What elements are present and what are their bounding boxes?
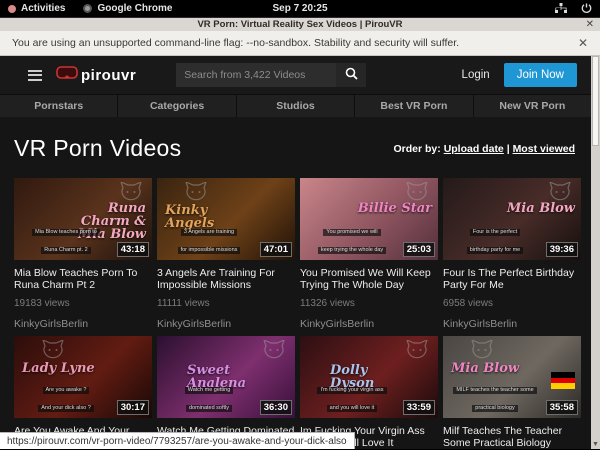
video-thumbnail[interactable]: Billie Star You promised we will keep tr… — [300, 178, 438, 260]
thumbnail-overlay-title: Mia Blow — [507, 202, 575, 215]
login-link[interactable]: Login — [462, 69, 490, 81]
browser-status-bar: https://pirouvr.com/vr-porn-video/779325… — [0, 432, 355, 449]
video-title[interactable]: You Promised We Will Keep Trying The Who… — [300, 267, 438, 291]
infobar-message: You are using an unsupported command-lin… — [12, 37, 459, 49]
menu-item-categories[interactable]: Categories — [118, 95, 236, 117]
duration-badge: 35:58 — [546, 400, 578, 415]
scrollbar-thumb[interactable] — [592, 56, 599, 146]
video-grid: Runa Charm & Mia Blow Mia Blow teaches p… — [0, 174, 591, 449]
thumbnail-caption: Mia Blow teaches porn to Runa Charm pt. … — [14, 220, 118, 256]
thumbnail-caption: Are you awake ? And your dick also ? — [14, 378, 118, 414]
order-upload-date-link[interactable]: Upload date — [444, 143, 504, 155]
duration-badge: 39:36 — [546, 242, 578, 257]
site-navbar: pirouvr Login Join Now — [0, 56, 591, 94]
order-by: Order by: Upload date | Most viewed — [394, 143, 576, 155]
main-menu: Pornstars Categories Studios Best VR Por… — [0, 94, 591, 117]
video-title[interactable]: Milf Teaches The Teacher Some Practical … — [443, 425, 581, 449]
video-studio-link[interactable]: KinkyGirlsBerlin — [300, 318, 438, 330]
thumbnail-caption: Four is the perfect birthday party for m… — [443, 220, 547, 256]
chrome-app-icon — [83, 4, 92, 13]
activities-button[interactable]: Activities — [8, 3, 65, 14]
thumbnail-caption: 3 Angels are training for impossible mis… — [157, 220, 261, 256]
video-card[interactable]: Mia Blow Four is the perfect birthday pa… — [443, 178, 581, 330]
search-icon — [345, 67, 358, 83]
menu-item-best-vr[interactable]: Best VR Porn — [355, 95, 473, 117]
thumbnail-caption: I'm fucking your virgin ass and you will… — [300, 378, 404, 414]
order-most-viewed-link[interactable]: Most viewed — [513, 143, 575, 155]
tab-title[interactable]: VR Porn: Virtual Reality Sex Videos | Pi… — [0, 19, 600, 30]
duration-badge: 33:59 — [403, 400, 435, 415]
duration-badge: 30:17 — [117, 400, 149, 415]
activities-label: Activities — [21, 3, 65, 14]
scrollbar-down-arrow-icon[interactable]: ▼ — [591, 441, 600, 448]
video-thumbnail[interactable]: Lady Lyne Are you awake ? And your dick … — [14, 336, 152, 418]
video-views: 19183 views — [14, 298, 152, 309]
search-input[interactable] — [176, 63, 336, 87]
duration-badge: 25:03 — [403, 242, 435, 257]
order-by-label: Order by: — [394, 143, 441, 155]
video-thumbnail[interactable]: Kinky Angels 3 Angels are training for i… — [157, 178, 295, 260]
page-scrollbar[interactable]: ▼ — [591, 56, 600, 449]
cat-mask-logo-icon — [263, 340, 285, 365]
app-menu-button[interactable]: Google Chrome — [83, 3, 172, 14]
duration-badge: 47:01 — [260, 242, 292, 257]
search-bar — [176, 63, 366, 87]
video-thumbnail[interactable]: Mia Blow MILF teaches the teacher some p… — [443, 336, 581, 418]
site-logo[interactable]: pirouvr — [56, 66, 136, 84]
video-title[interactable]: 3 Angels Are Training For Impossible Mis… — [157, 267, 295, 291]
video-studio-link[interactable]: KinkyGirlsBerlin — [157, 318, 295, 330]
video-views: 6958 views — [443, 298, 581, 309]
menu-item-studios[interactable]: Studios — [237, 95, 355, 117]
video-card[interactable]: Runa Charm & Mia Blow Mia Blow teaches p… — [14, 178, 152, 330]
app-menu-label: Google Chrome — [97, 3, 172, 14]
video-thumbnail[interactable]: Mia Blow Four is the perfect birthday pa… — [443, 178, 581, 260]
infobar-close-icon[interactable]: ✕ — [578, 36, 588, 50]
search-button[interactable] — [336, 63, 366, 87]
video-title[interactable]: Four Is The Perfect Birthday Party For M… — [443, 267, 581, 291]
video-views: 11326 views — [300, 298, 438, 309]
thumbnail-overlay-title: Billie Star — [358, 202, 432, 215]
thumbnail-overlay-title: Mia Blow — [451, 362, 519, 375]
duration-badge: 36:30 — [260, 400, 292, 415]
video-thumbnail[interactable]: Sweet Analena Watch me getting dominated… — [157, 336, 295, 418]
video-thumbnail[interactable]: Runa Charm & Mia Blow Mia Blow teaches p… — [14, 178, 152, 260]
status-bar-url: https://pirouvr.com/vr-porn-video/779325… — [7, 436, 347, 447]
join-now-button[interactable]: Join Now — [504, 63, 577, 87]
video-thumbnail[interactable]: Dolly Dyson I'm fucking your virgin ass … — [300, 336, 438, 418]
system-top-bar: Activities Google Chrome Sep 7 20:25 — [0, 0, 600, 17]
video-card[interactable]: Mia Blow MILF teaches the teacher some p… — [443, 336, 581, 449]
network-icon[interactable] — [555, 3, 567, 14]
video-card[interactable]: Kinky Angels 3 Angels are training for i… — [157, 178, 295, 330]
page-title: VR Porn Videos — [14, 135, 181, 162]
thumbnail-caption: MILF teaches the teacher some practical … — [443, 378, 547, 414]
thumbnail-caption: Watch me getting dominated softly — [157, 378, 261, 414]
thumbnail-caption: You promised we will keep trying the who… — [300, 220, 404, 256]
video-studio-link[interactable]: KinkyGirlsBerlin — [443, 318, 581, 330]
german-flag-icon — [551, 372, 575, 389]
thumbnail-overlay-title: Lady Lyne — [22, 362, 95, 375]
browser-tab-bar: VR Porn: Virtual Reality Sex Videos | Pi… — [0, 17, 600, 31]
distro-logo-icon — [8, 5, 16, 13]
chrome-infobar: You are using an unsupported command-lin… — [0, 31, 600, 56]
tab-close-icon[interactable]: ✕ — [586, 20, 594, 30]
web-page: pirouvr Login Join Now Pornstars Categor… — [0, 56, 600, 449]
hamburger-menu-icon[interactable] — [28, 67, 42, 83]
video-card[interactable]: Billie Star You promised we will keep tr… — [300, 178, 438, 330]
vr-goggles-logo-icon — [56, 66, 78, 84]
duration-badge: 43:18 — [117, 242, 149, 257]
power-icon[interactable] — [581, 3, 592, 14]
menu-item-pornstars[interactable]: Pornstars — [0, 95, 118, 117]
clock[interactable]: Sep 7 20:25 — [272, 3, 327, 14]
video-title[interactable]: Mia Blow Teaches Porn To Runa Charm Pt 2 — [14, 267, 152, 291]
video-views: 11111 views — [157, 298, 295, 309]
video-studio-link[interactable]: KinkyGirlsBerlin — [14, 318, 152, 330]
menu-item-new-vr[interactable]: New VR Porn — [474, 95, 591, 117]
site-logo-text: pirouvr — [81, 67, 136, 84]
cat-mask-logo-icon — [406, 340, 428, 365]
